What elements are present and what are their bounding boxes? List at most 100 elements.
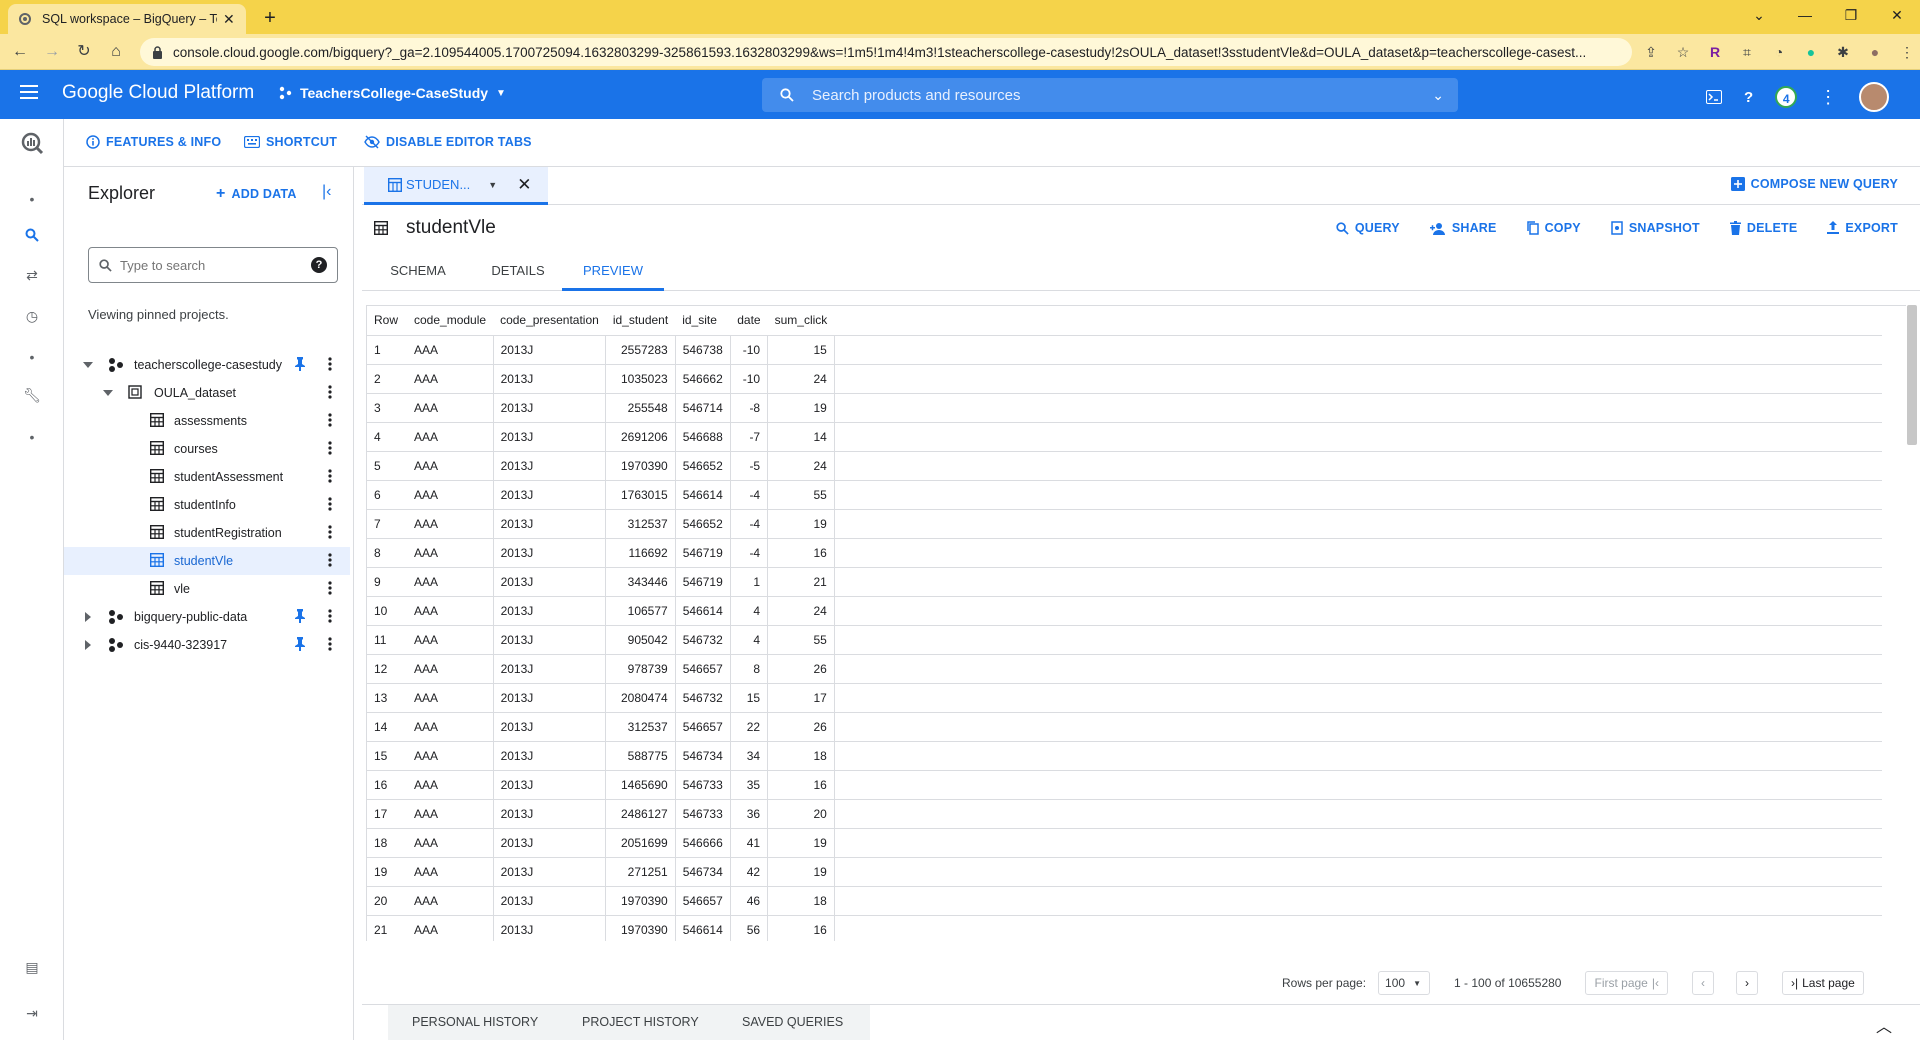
grammarly-icon[interactable]: ●: [1800, 41, 1822, 63]
tab-search-icon[interactable]: ⌄: [1736, 7, 1782, 24]
kebab-menu-icon[interactable]: [328, 609, 332, 623]
table-row[interactable]: 16 AAA 2013J 1465690 546733 35 16: [367, 770, 1883, 800]
help-icon[interactable]: ?: [311, 257, 327, 273]
pin-icon[interactable]: [294, 357, 306, 371]
tree-table-vle[interactable]: vle: [64, 575, 350, 603]
kebab-menu-icon[interactable]: [328, 469, 332, 483]
table-row[interactable]: 4 AAA 2013J 2691206 546688 -7 14: [367, 422, 1883, 452]
compose-new-query-button[interactable]: COMPOSE NEW QUERY: [1730, 177, 1898, 191]
caret-down-icon[interactable]: [102, 387, 114, 399]
close-tab-icon[interactable]: ✕: [517, 175, 531, 195]
table-row[interactable]: 5 AAA 2013J 1970390 546652 -5 24: [367, 451, 1883, 481]
extension-c-icon[interactable]: ◔: [1768, 41, 1790, 63]
editor-tab-studentvle[interactable]: STUDEN... ▼ ✕: [364, 167, 548, 205]
project-history-tab[interactable]: PROJECT HISTORY: [582, 1015, 699, 1029]
copy-button[interactable]: COPY: [1526, 221, 1581, 235]
collapse-panel-icon[interactable]: |‹: [322, 183, 331, 201]
bookmark-star-icon[interactable]: ☆: [1672, 41, 1694, 63]
table-row[interactable]: 6 AAA 2013J 1763015 546614 -4 55: [367, 480, 1883, 510]
kebab-menu-icon[interactable]: [328, 413, 332, 427]
close-window-icon[interactable]: ✕: [1874, 7, 1920, 24]
kebab-menu-icon[interactable]: [328, 441, 332, 455]
explorer-search-input[interactable]: [120, 257, 300, 273]
chrome-menu-icon[interactable]: ⋮: [1896, 41, 1918, 63]
tab-details[interactable]: DETAILS: [470, 255, 566, 291]
kebab-menu-icon[interactable]: [328, 385, 332, 399]
caret-right-icon[interactable]: [82, 639, 94, 651]
first-page-button[interactable]: First page |‹: [1585, 971, 1668, 995]
tree-project-cis-9440[interactable]: cis-9440-323917: [64, 631, 350, 659]
next-page-button[interactable]: ›: [1735, 971, 1758, 995]
table-row[interactable]: 17 AAA 2013J 2486127 546733 36 20: [367, 799, 1883, 829]
tree-table-studentregistration[interactable]: studentRegistration: [64, 519, 350, 547]
home-icon[interactable]: ⌂: [102, 38, 130, 66]
lock-icon[interactable]: [152, 45, 163, 59]
table-row[interactable]: 13 AAA 2013J 2080474 546732 15 17: [367, 683, 1883, 713]
kebab-menu-icon[interactable]: [328, 497, 332, 511]
extension-k-icon[interactable]: ⌗: [1736, 41, 1758, 63]
sql-workspace-icon[interactable]: [20, 223, 44, 247]
kebab-menu-icon[interactable]: [328, 553, 332, 567]
table-row[interactable]: 11 AAA 2013J 905042 546732 4 55: [367, 625, 1883, 655]
add-data-button[interactable]: + ADD DATA: [216, 185, 297, 203]
gcp-brand[interactable]: Google Cloud Platform: [62, 82, 254, 104]
table-row[interactable]: 8 AAA 2013J 116692 546719 -4 16: [367, 538, 1883, 568]
extension-r-icon[interactable]: R: [1704, 41, 1726, 63]
export-button[interactable]: EXPORT: [1827, 221, 1898, 235]
help-icon[interactable]: ?: [1744, 89, 1753, 106]
kebab-menu-icon[interactable]: [328, 357, 332, 371]
more-options-icon[interactable]: ⋮: [1819, 87, 1837, 108]
table-row[interactable]: 19 AAA 2013J 271251 546734 42 19: [367, 857, 1883, 887]
table-row[interactable]: 14 AAA 2013J 312537 546657 22 26: [367, 712, 1883, 742]
scheduled-queries-icon[interactable]: ◷: [20, 304, 44, 328]
tab-dropdown-icon[interactable]: ▼: [488, 180, 497, 190]
bigquery-logo-icon[interactable]: [20, 131, 44, 155]
back-icon[interactable]: ←: [6, 38, 34, 66]
notifications-badge[interactable]: 4: [1775, 86, 1798, 108]
main-menu-icon[interactable]: [20, 85, 38, 99]
table-row[interactable]: 10 AAA 2013J 106577 546614 4 24: [367, 596, 1883, 626]
table-row[interactable]: 1 AAA 2013J 2557283 546738 -10 15: [367, 335, 1883, 365]
table-row[interactable]: 15 AAA 2013J 588775 546734 34 18: [367, 741, 1883, 771]
personal-history-tab[interactable]: PERSONAL HISTORY: [412, 1015, 538, 1029]
user-avatar[interactable]: [1859, 82, 1890, 112]
prev-page-button[interactable]: ‹: [1691, 971, 1714, 995]
shortcut-button[interactable]: SHORTCUT: [244, 135, 337, 149]
forward-icon[interactable]: →: [38, 38, 66, 66]
browser-tab[interactable]: SQL workspace – BigQuery – Tea ✕: [8, 4, 246, 34]
pin-icon[interactable]: [294, 637, 306, 651]
project-selector[interactable]: TeachersCollege-CaseStudy ▼: [278, 85, 506, 101]
last-page-button[interactable]: ›| Last page: [1781, 971, 1864, 995]
reload-icon[interactable]: ↻: [70, 38, 98, 66]
table-row[interactable]: 18 AAA 2013J 2051699 546666 41 19: [367, 828, 1883, 858]
new-tab-icon[interactable]: +: [258, 6, 282, 30]
tab-schema[interactable]: SCHEMA: [376, 255, 460, 291]
table-row[interactable]: 3 AAA 2013J 255548 546714 -8 19: [367, 393, 1883, 423]
search-expand-chevron-icon[interactable]: ⌄: [1432, 87, 1444, 104]
tree-table-studentassessment[interactable]: studentAssessment: [64, 463, 350, 491]
data-transfers-icon[interactable]: ⇄: [20, 263, 44, 287]
restore-icon[interactable]: ❐: [1828, 7, 1874, 24]
snapshot-button[interactable]: SNAPSHOT: [1611, 221, 1700, 235]
minimize-icon[interactable]: —: [1782, 7, 1828, 23]
release-notes-icon[interactable]: ▤: [20, 955, 44, 979]
kebab-menu-icon[interactable]: [328, 525, 332, 539]
share-button[interactable]: SHARE: [1429, 221, 1497, 235]
table-row[interactable]: 21 AAA 2013J 1970390 546614 56 16: [367, 915, 1883, 941]
tree-table-assessments[interactable]: assessments: [64, 407, 350, 435]
expand-rail-icon[interactable]: ⇥: [20, 1001, 44, 1025]
close-tab-icon[interactable]: ✕: [223, 11, 235, 28]
features-info-button[interactable]: FEATURES & INFO: [86, 135, 221, 149]
tree-table-courses[interactable]: courses: [64, 435, 350, 463]
grid-scrollbar[interactable]: [1907, 305, 1917, 445]
delete-button[interactable]: DELETE: [1729, 221, 1798, 235]
cloud-shell-icon[interactable]: [1706, 90, 1722, 104]
rows-per-page-select[interactable]: 100 ▼: [1378, 971, 1431, 995]
chevron-up-icon[interactable]: ︿: [1876, 1013, 1892, 1037]
puzzle-extensions-icon[interactable]: ✱: [1832, 41, 1854, 63]
tab-preview[interactable]: PREVIEW: [562, 255, 664, 291]
caret-down-icon[interactable]: [82, 359, 94, 371]
profile-avatar-icon[interactable]: ●: [1864, 41, 1886, 63]
gcp-search-input[interactable]: [812, 86, 1392, 104]
settings-wrench-icon[interactable]: 🔧︎: [20, 383, 44, 407]
